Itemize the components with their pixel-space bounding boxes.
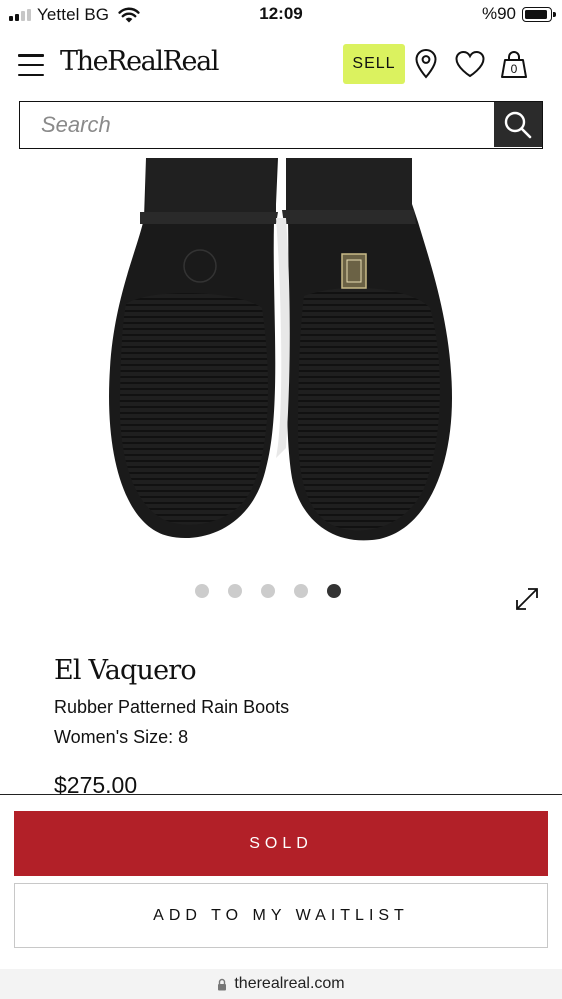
shopping-bag-icon[interactable]: 0 <box>498 50 530 80</box>
search-bar <box>19 101 543 149</box>
product-size: Women's Size: 8 <box>54 727 189 747</box>
carousel-dot[interactable] <box>294 584 308 598</box>
status-time: 12:09 <box>259 4 303 23</box>
sell-button[interactable]: SELL <box>343 44 405 84</box>
site-logo[interactable]: TheRealReal <box>60 46 219 77</box>
boot-soles-illustration <box>109 158 452 541</box>
url-text: therealreal.com <box>234 975 345 992</box>
location-pin-icon[interactable] <box>414 48 438 80</box>
carousel-dot[interactable] <box>261 584 275 598</box>
expand-arrows-icon[interactable] <box>513 585 541 613</box>
lock-icon <box>218 978 227 990</box>
carousel-dot[interactable] <box>195 584 209 598</box>
search-icon <box>504 111 532 138</box>
sold-button[interactable]: SOLD <box>14 811 548 876</box>
search-input[interactable] <box>20 102 494 148</box>
product-brand[interactable]: El Vaquero <box>54 655 197 686</box>
site-header: TheRealReal SELL 0 <box>0 40 562 92</box>
carousel-dot[interactable] <box>327 584 341 598</box>
action-panel: SOLD ADD TO MY WAITLIST <box>0 794 562 969</box>
battery-icon <box>522 6 556 22</box>
heart-icon[interactable] <box>454 50 486 78</box>
product-price: $275.00 <box>54 772 138 794</box>
browser-url-bar[interactable]: therealreal.com <box>0 969 562 999</box>
carousel-dot[interactable] <box>228 584 242 598</box>
battery-percent: %90 <box>481 4 516 23</box>
search-button[interactable] <box>494 102 542 147</box>
add-to-waitlist-button[interactable]: ADD TO MY WAITLIST <box>14 883 548 948</box>
menu-icon[interactable] <box>18 54 44 76</box>
status-right: %90 <box>481 4 556 24</box>
battery-fill <box>525 9 547 19</box>
product-image[interactable] <box>0 158 562 548</box>
carousel-dots <box>195 584 341 598</box>
status-bar: Yettel BG 12:09 %90 <box>0 0 562 30</box>
product-name: Rubber Patterned Rain Boots <box>54 697 290 717</box>
cart-count: 0 <box>510 62 518 76</box>
